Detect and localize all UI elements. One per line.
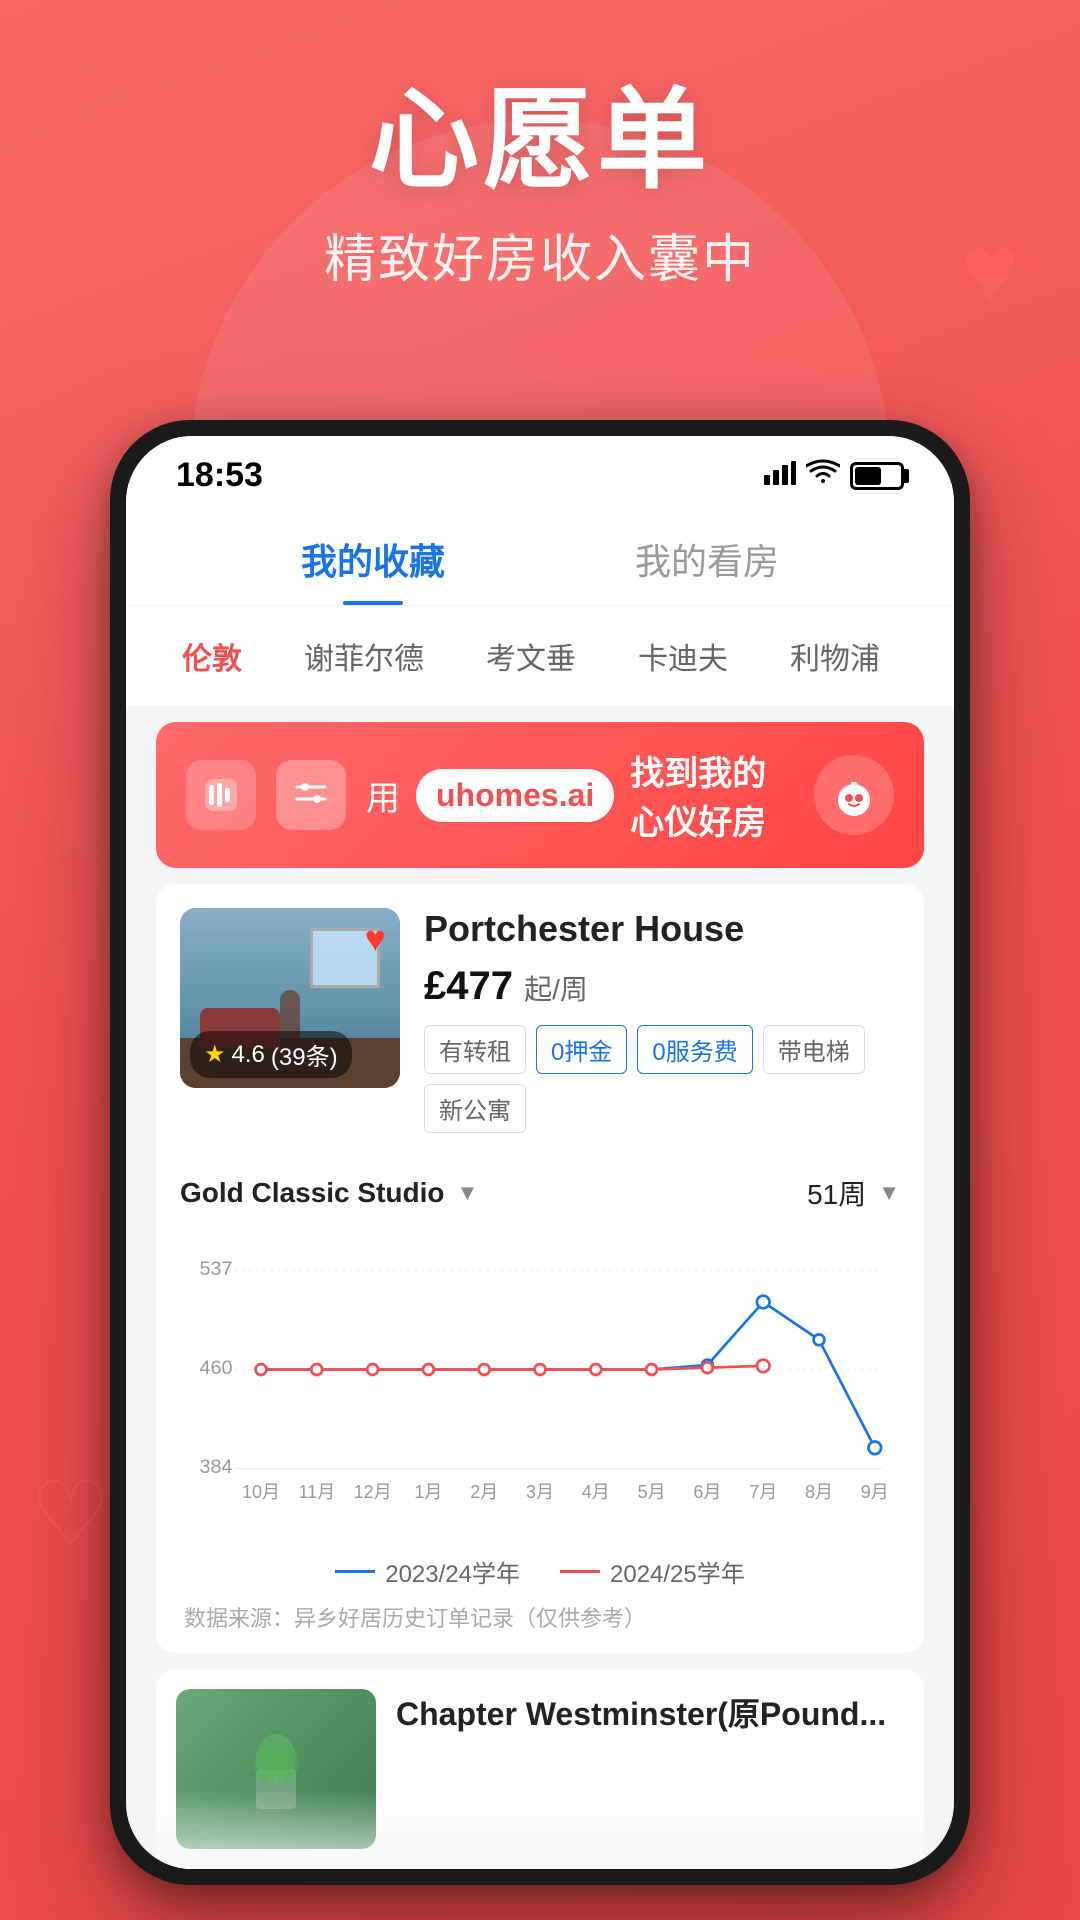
phone-mockup: 18:53 xyxy=(110,420,970,1885)
favorite-heart-icon[interactable]: ♥ xyxy=(365,918,386,960)
property-rating: ★ 4.6 (39条) xyxy=(190,1031,352,1078)
tag-zero-fee: 0服务费 xyxy=(637,1025,752,1074)
room-type-selector[interactable]: Gold Classic Studio ▼ xyxy=(180,1177,478,1209)
chart-source-note: 数据来源：异乡好居历史订单记录（仅供参考） xyxy=(180,1601,900,1633)
tab-my-favorites[interactable]: 我的收藏 xyxy=(206,505,540,605)
battery-fill xyxy=(855,467,881,485)
property-name: Portchester House xyxy=(424,908,900,950)
city-filter: 伦敦 谢菲尔德 考文垂 卡迪夫 利物浦 xyxy=(126,606,954,706)
svg-text:537: 537 xyxy=(199,1258,232,1280)
chart-legend: 2023/24学年 2024/25学年 xyxy=(180,1554,900,1589)
tag-zero-deposit: 0押金 xyxy=(536,1025,627,1074)
svg-text:384: 384 xyxy=(199,1456,232,1478)
city-coventry[interactable]: 考文垂 xyxy=(470,626,592,686)
page-title: 心愿单 xyxy=(0,80,1080,201)
tab-bar: 我的收藏 我的看房 xyxy=(126,505,954,606)
header-section: 心愿单 精致好房收入囊中 xyxy=(0,80,1080,292)
signal-icon xyxy=(764,460,796,492)
tag-elevator: 带电梯 xyxy=(763,1025,865,1074)
price-chart: 537 460 384 10月 11月 12月 1月 xyxy=(180,1233,900,1633)
banner-text: 用 uhomes.ai 找到我的心仪好房 xyxy=(366,746,794,844)
battery-icon xyxy=(850,462,904,490)
svg-text:2月: 2月 xyxy=(470,1482,498,1502)
property-info: Portchester House £477 起/周 有转租 0押金 0服务费 … xyxy=(424,908,900,1133)
star-icon: ★ xyxy=(204,1040,226,1069)
page-subtitle: 精致好房收入囊中 xyxy=(0,217,1080,292)
banner-robot-icon xyxy=(814,755,894,835)
ai-banner[interactable]: 用 uhomes.ai 找到我的心仪好房 xyxy=(156,722,924,868)
property-image: ♥ ★ 4.6 (39条) xyxy=(180,908,400,1088)
status-time: 18:53 xyxy=(176,456,263,495)
property-tags: 有转租 0押金 0服务费 带电梯 新公寓 xyxy=(424,1025,900,1133)
city-sheffield[interactable]: 谢菲尔德 xyxy=(288,626,440,686)
legend-2024: 2024/25学年 xyxy=(560,1554,745,1589)
property2-name: Chapter Westminster(原Pound... xyxy=(396,1689,904,1735)
heart-decoration-bl: ♡ xyxy=(30,1470,111,1560)
phone-screen: 18:53 xyxy=(126,436,954,1869)
svg-text:8月: 8月 xyxy=(805,1482,833,1502)
svg-text:5月: 5月 xyxy=(638,1482,666,1502)
legend-blue-line xyxy=(335,1570,375,1573)
legend-2023: 2023/24学年 xyxy=(335,1554,520,1589)
property-card-1[interactable]: ♥ ★ 4.6 (39条) Portchester House £477 起/周 xyxy=(156,884,924,1653)
city-london[interactable]: 伦敦 xyxy=(166,626,258,686)
week-selector[interactable]: 51周 ▼ xyxy=(807,1173,900,1213)
city-liverpool[interactable]: 利物浦 xyxy=(774,626,896,686)
svg-text:10月: 10月 xyxy=(242,1482,280,1502)
svg-text:1月: 1月 xyxy=(414,1482,442,1502)
svg-text:11月: 11月 xyxy=(298,1482,335,1502)
banner-icon-left xyxy=(186,760,256,830)
wifi-icon xyxy=(806,459,840,492)
week-dropdown-arrow: ▼ xyxy=(878,1180,900,1206)
room-dropdown-arrow: ▼ xyxy=(456,1180,478,1206)
status-icons xyxy=(764,459,904,492)
legend-red-line xyxy=(560,1570,600,1573)
svg-text:12月: 12月 xyxy=(354,1482,392,1502)
property2-info: Chapter Westminster(原Pound... xyxy=(396,1689,904,1849)
banner-sliders-icon xyxy=(276,760,346,830)
chart-svg: 537 460 384 10月 11月 12月 1月 xyxy=(180,1233,900,1533)
tag-sublease: 有转租 xyxy=(424,1025,526,1074)
property2-image xyxy=(176,1689,376,1849)
property-main-section: ♥ ★ 4.6 (39条) Portchester House £477 起/周 xyxy=(156,884,924,1157)
svg-text:460: 460 xyxy=(199,1357,232,1379)
svg-text:3月: 3月 xyxy=(526,1482,554,1502)
tag-new-apartment: 新公寓 xyxy=(424,1084,526,1133)
status-bar: 18:53 xyxy=(126,436,954,505)
property-price: £477 起/周 xyxy=(424,964,900,1009)
svg-text:7月: 7月 xyxy=(749,1482,777,1502)
svg-text:6月: 6月 xyxy=(693,1482,721,1502)
tab-my-viewings[interactable]: 我的看房 xyxy=(540,505,874,605)
chart-section: Gold Classic Studio ▼ 51周 ▼ 537 xyxy=(156,1157,924,1653)
phone-frame: 18:53 xyxy=(110,420,970,1885)
chart-header: Gold Classic Studio ▼ 51周 ▼ xyxy=(180,1173,900,1213)
city-cardiff[interactable]: 卡迪夫 xyxy=(622,626,744,686)
svg-text:4月: 4月 xyxy=(582,1482,610,1502)
property-card-2[interactable]: Chapter Westminster(原Pound... xyxy=(156,1669,924,1869)
svg-text:9月: 9月 xyxy=(861,1482,889,1502)
